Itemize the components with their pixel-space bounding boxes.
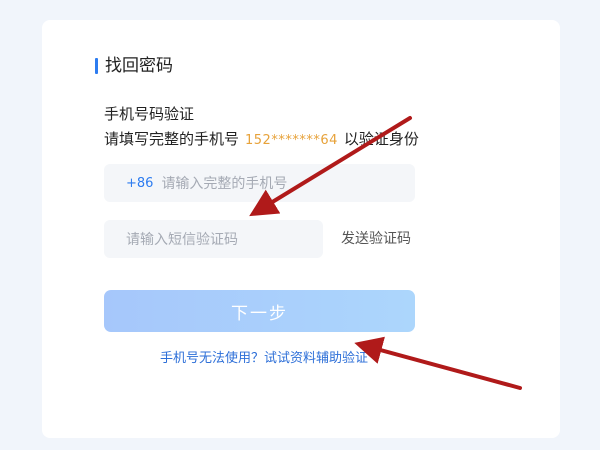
phone-input-placeholder: 请输入完整的手机号 [161, 176, 288, 192]
next-step-button[interactable]: 下一步 [104, 290, 415, 332]
page-title: 找回密码 [95, 56, 173, 76]
alternative-verify-link[interactable]: 手机号无法使用？试试资料辅助验证 [160, 350, 368, 368]
verify-description: 请填写完整的手机号 152*******64 以验证身份 [104, 129, 419, 151]
masked-phone: 152*******64 [245, 133, 338, 148]
verify-heading: 手机号码验证 [104, 105, 195, 123]
verify-desc-prefix: 请填写完整的手机号 [104, 130, 240, 148]
sms-code-placeholder: 请输入短信验证码 [126, 232, 238, 248]
verify-desc-suffix: 以验证身份 [343, 130, 419, 148]
send-code-button[interactable]: 发送验证码 [341, 229, 411, 249]
sms-code-input[interactable]: 请输入短信验证码 [104, 220, 323, 258]
country-code: +86 [126, 175, 154, 191]
phone-input[interactable]: +86 请输入完整的手机号 [104, 164, 415, 202]
